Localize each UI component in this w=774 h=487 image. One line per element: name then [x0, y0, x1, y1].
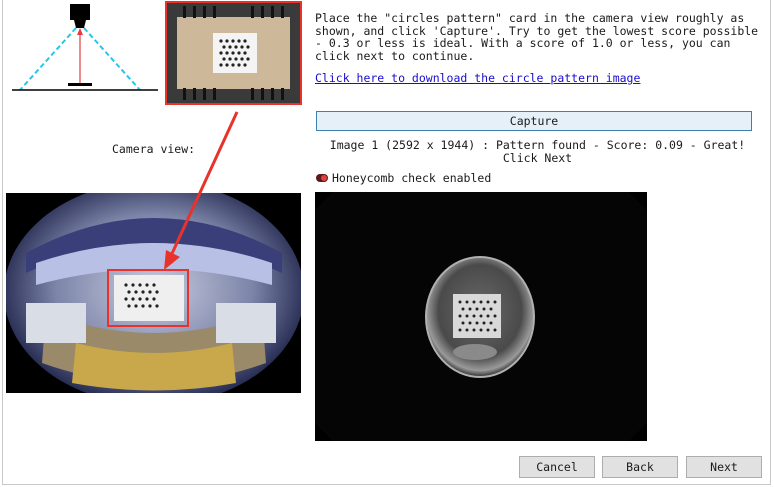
camera-lens-icon: [74, 20, 86, 28]
honeycomb-check-label: Honeycomb check enabled: [332, 171, 492, 185]
status-text: Image 1 (2592 x 1944) : Pattern found - …: [329, 138, 746, 165]
toggle-switch-icon[interactable]: [316, 174, 328, 182]
back-button[interactable]: Back: [602, 456, 678, 478]
camera-view-image: [6, 193, 301, 393]
instructions-text: Place the "circles pattern" card in the …: [315, 11, 759, 63]
processed-pattern-view: [315, 192, 647, 441]
camera-body-icon: [70, 4, 90, 20]
cancel-button[interactable]: Cancel: [519, 456, 595, 478]
camera-view-label: Camera view:: [112, 142, 196, 156]
setup-example-photo: [165, 1, 302, 105]
honeycomb-check-toggle[interactable]: Honeycomb check enabled: [316, 171, 491, 185]
download-pattern-link[interactable]: Click here to download the circle patter…: [315, 71, 640, 85]
camera-setup-diagram: [12, 4, 158, 91]
capture-button[interactable]: Capture: [316, 111, 752, 131]
next-button[interactable]: Next: [686, 456, 762, 478]
